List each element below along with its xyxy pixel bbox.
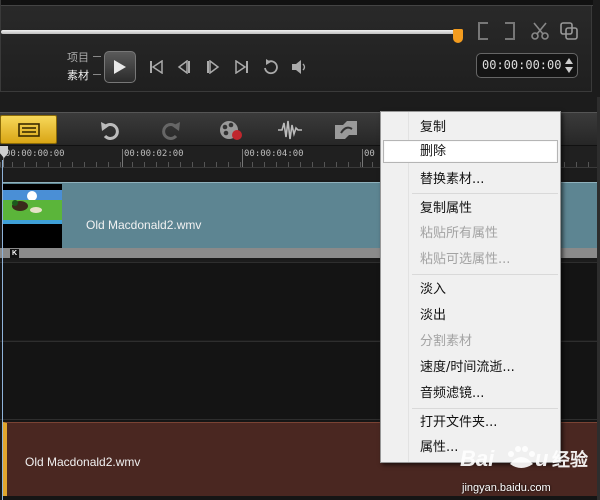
menu-item-paste-selectable-attributes: 粘贴可选属性... (420, 252, 511, 267)
menu-item-split-clip: 分割素材 (420, 334, 473, 349)
menu-item-audio-filter[interactable]: 音频滤镜... (383, 382, 558, 405)
auto-music-icon[interactable] (333, 118, 359, 142)
copy-frame-icon[interactable] (558, 20, 580, 42)
clip-thumbnail (2, 184, 62, 248)
watermark-url: jingyan.baidu.com (462, 482, 551, 494)
ruler-label: 00:00:00:00 (5, 149, 65, 159)
undo-icon[interactable] (97, 118, 123, 142)
audio-clip-name: Old Macdonald2.wmv (25, 455, 141, 469)
sound-mixer-icon[interactable] (277, 118, 303, 142)
menu-item-replace-clip[interactable]: 替换素材... (383, 168, 558, 191)
volume-button[interactable] (289, 56, 311, 78)
video-clip-name: Old Macdonald2.wmv (86, 218, 202, 232)
previous-frame-icon (177, 60, 190, 74)
storyboard-view-button[interactable] (0, 115, 57, 144)
go-to-end-button[interactable] (231, 56, 253, 78)
play-icon (114, 60, 126, 74)
preview-area (1, 0, 593, 6)
mark-out-button[interactable] (505, 22, 515, 40)
menu-separator (412, 193, 558, 194)
menu-separator (412, 274, 558, 275)
repeat-icon (264, 59, 278, 75)
svg-text:Bai: Bai (460, 446, 495, 471)
menu-item-copy[interactable]: 复制 (383, 116, 558, 139)
menu-item-copy-attributes[interactable]: 复制属性 (383, 197, 558, 220)
menu-item-paste-all-attributes: 粘贴所有属性 (420, 226, 499, 241)
go-to-start-icon (150, 60, 163, 74)
mode-divider (93, 74, 101, 75)
menu-separator (412, 408, 558, 409)
redo-icon[interactable] (158, 118, 184, 142)
player-panel: 项目 素材 00:00:00:00 (0, 0, 593, 92)
spin-arrows-icon[interactable] (565, 57, 573, 74)
menu-item-fade-out[interactable]: 淡出 (383, 304, 558, 327)
timecode-field[interactable]: 00:00:00:00 (476, 53, 578, 78)
timecode-value: 00:00:00:00 (482, 58, 562, 72)
repeat-button[interactable] (260, 56, 282, 78)
context-menu: 复制 删除 替换素材... 复制属性 粘贴所有属性 粘贴可选属性... 淡入 淡… (380, 111, 561, 463)
menu-item-delete[interactable]: 删除 (383, 140, 558, 163)
keyframe-badge: K (10, 249, 19, 258)
ruler-major-tick (242, 149, 243, 167)
next-frame-icon (207, 60, 220, 74)
menu-item-open-folder[interactable]: 打开文件夹... (383, 411, 558, 434)
timeline-cursor-line (2, 160, 3, 500)
ruler-label: 00:00:02:00 (124, 149, 184, 159)
mode-clip-label[interactable]: 素材 (67, 67, 89, 83)
mode-project-label[interactable]: 项目 (67, 49, 89, 65)
go-to-start-button[interactable] (145, 56, 167, 78)
menu-item-speed-time-lapse[interactable]: 速度/时间流逝... (383, 356, 558, 379)
next-frame-button[interactable] (202, 56, 224, 78)
svg-text:u: u (535, 446, 549, 471)
play-button[interactable] (104, 51, 136, 83)
menu-item-fade-in[interactable]: 淡入 (383, 278, 558, 301)
storyboard-view-icon (17, 122, 40, 137)
ruler-major-tick (362, 149, 363, 167)
mode-divider (93, 56, 101, 57)
svg-text:经验: 经验 (552, 449, 589, 471)
scrub-handle[interactable] (453, 29, 463, 43)
scrub-bar[interactable] (1, 30, 456, 34)
ruler-label: 00 (364, 149, 375, 159)
previous-frame-button[interactable] (173, 56, 195, 78)
record-capture-icon[interactable] (218, 118, 244, 142)
speaker-icon (292, 60, 306, 74)
mark-in-button[interactable] (478, 22, 488, 40)
scissors-icon[interactable] (529, 20, 551, 42)
ruler-label: 00:00:04:00 (244, 149, 304, 159)
go-to-end-icon (235, 60, 248, 74)
ruler-major-tick (122, 149, 123, 167)
